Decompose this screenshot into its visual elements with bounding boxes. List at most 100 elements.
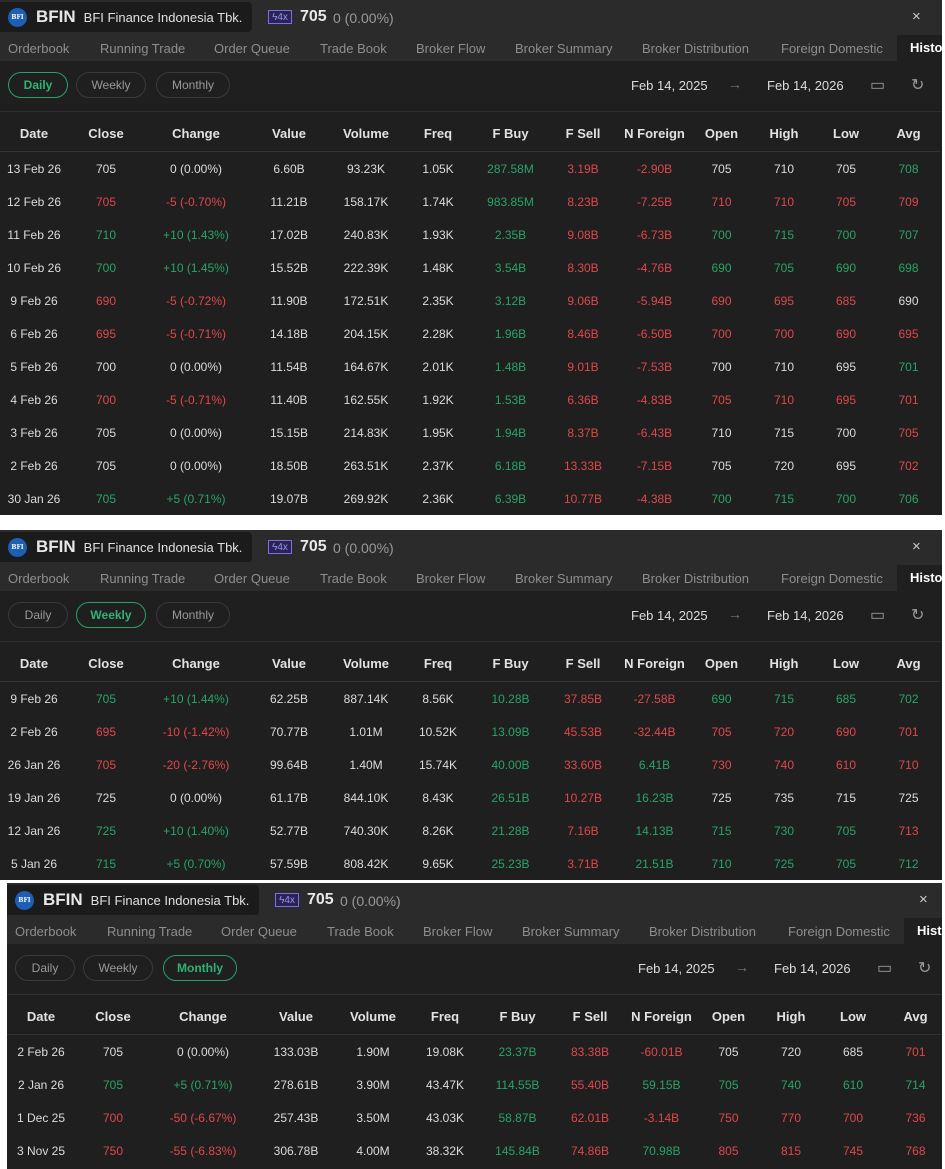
period-monthly-button[interactable]: Monthly xyxy=(156,602,230,628)
table-row[interactable]: 13 Feb 26 705 0 (0.00%) 6.60B 93.23K 1.05K 287… xyxy=(0,152,940,186)
table-row[interactable]: 2 Feb 26 705 0 (0.00%) 18.50B 263.51K 2.37K 6.… xyxy=(0,449,940,482)
refresh-icon[interactable]: ↻ xyxy=(911,605,924,625)
stock-title[interactable]: BFI BFIN BFI Finance Indonesia Tbk. xyxy=(7,885,259,915)
period-weekly-button[interactable]: Weekly xyxy=(83,955,153,981)
tab-broker-summary[interactable]: Broker Summary xyxy=(515,41,613,56)
column-header-f-sell[interactable]: F Sell xyxy=(554,999,626,1035)
tab-foreign-domestic[interactable]: Foreign Domestic xyxy=(788,924,890,939)
tab-orderbook[interactable]: Orderbook xyxy=(8,571,69,586)
column-header-close[interactable]: Close xyxy=(75,999,151,1035)
table-row[interactable]: 9 Feb 26 690 -5 (-0.72%) 11.90B 172.51K 2.35K… xyxy=(0,284,940,317)
column-header-open[interactable]: Open xyxy=(690,646,753,682)
tab-orderbook[interactable]: Orderbook xyxy=(8,41,69,56)
tab-trade-book[interactable]: Trade Book xyxy=(320,41,387,56)
tab-broker-summary[interactable]: Broker Summary xyxy=(522,924,620,939)
tab-histo[interactable]: Histo xyxy=(904,918,942,944)
column-header-close[interactable]: Close xyxy=(68,646,144,682)
column-header-open[interactable]: Open xyxy=(697,999,760,1035)
tab-foreign-domestic[interactable]: Foreign Domestic xyxy=(781,571,883,586)
table-row[interactable]: 2 Feb 26 695 -10 (-1.42%) 70.77B 1.01M 10.52K… xyxy=(0,715,940,748)
period-weekly-button[interactable]: Weekly xyxy=(76,602,146,628)
stock-title[interactable]: BFI BFIN BFI Finance Indonesia Tbk. xyxy=(0,532,252,562)
refresh-icon[interactable]: ↻ xyxy=(918,958,931,978)
date-from-field[interactable]: Feb 14, 2025 xyxy=(638,961,715,976)
period-daily-button[interactable]: Daily xyxy=(8,72,68,98)
close-icon[interactable]: × xyxy=(912,538,921,555)
date-to-field[interactable]: Feb 14, 2026 xyxy=(774,961,851,976)
calendar-icon[interactable]: ▭ xyxy=(870,75,885,95)
table-row[interactable]: 5 Jan 26 715 +5 (0.70%) 57.59B 808.42K 9.65K 2… xyxy=(0,847,940,880)
period-monthly-button[interactable]: Monthly xyxy=(156,72,230,98)
period-monthly-button[interactable]: Monthly xyxy=(163,955,237,981)
table-row[interactable]: 6 Feb 26 695 -5 (-0.71%) 14.18B 204.15K 2.28K… xyxy=(0,317,940,350)
tab-broker-flow[interactable]: Broker Flow xyxy=(416,571,485,586)
table-row[interactable]: 10 Feb 26 700 +10 (1.45%) 15.52B 222.39K 1.48… xyxy=(0,251,940,284)
tab-broker-distribution[interactable]: Broker Distribution xyxy=(642,41,749,56)
table-row[interactable]: 3 Feb 26 705 0 (0.00%) 15.15B 214.83K 1.95K 1.… xyxy=(0,416,940,449)
column-header-value[interactable]: Value xyxy=(255,999,337,1035)
tab-foreign-domestic[interactable]: Foreign Domestic xyxy=(781,41,883,56)
column-header-avg[interactable]: Avg xyxy=(877,646,940,682)
tab-broker-summary[interactable]: Broker Summary xyxy=(515,571,613,586)
date-to-field[interactable]: Feb 14, 2026 xyxy=(767,78,844,93)
table-row[interactable]: 5 Feb 26 700 0 (0.00%) 11.54B 164.67K 2.01K 1.… xyxy=(0,350,940,383)
table-row[interactable]: 1 Dec 25 700 -50 (-6.67%) 257.43B 3.50M 43.03… xyxy=(7,1101,942,1134)
column-header-volume[interactable]: Volume xyxy=(330,646,402,682)
column-header-low[interactable]: Low xyxy=(815,646,877,682)
table-row[interactable]: 12 Feb 26 705 -5 (-0.70%) 11.21B 158.17K 1.74… xyxy=(0,185,940,218)
column-header-f-buy[interactable]: F Buy xyxy=(474,116,547,152)
tab-running-trade[interactable]: Running Trade xyxy=(107,924,192,939)
table-row[interactable]: 4 Feb 26 700 -5 (-0.71%) 11.40B 162.55K 1.92K… xyxy=(0,383,940,416)
tab-running-trade[interactable]: Running Trade xyxy=(100,41,185,56)
column-header-volume[interactable]: Volume xyxy=(337,999,409,1035)
tab-trade-book[interactable]: Trade Book xyxy=(320,571,387,586)
tab-histo[interactable]: Histo xyxy=(897,565,942,591)
column-header-f-sell[interactable]: F Sell xyxy=(547,116,619,152)
column-header-f-sell[interactable]: F Sell xyxy=(547,646,619,682)
tab-orderbook[interactable]: Orderbook xyxy=(15,924,76,939)
tab-running-trade[interactable]: Running Trade xyxy=(100,571,185,586)
column-header-high[interactable]: High xyxy=(753,116,815,152)
column-header-date[interactable]: Date xyxy=(0,646,68,682)
table-row[interactable]: 9 Feb 26 705 +10 (1.44%) 62.25B 887.14K 8.56K… xyxy=(0,682,940,716)
table-row[interactable]: 12 Jan 26 725 +10 (1.40%) 52.77B 740.30K 8.26… xyxy=(0,814,940,847)
column-header-freq[interactable]: Freq xyxy=(402,116,474,152)
tab-broker-distribution[interactable]: Broker Distribution xyxy=(649,924,756,939)
table-row[interactable]: 3 Nov 25 750 -55 (-6.83%) 306.78B 4.00M 38.32… xyxy=(7,1134,942,1167)
column-header-value[interactable]: Value xyxy=(248,646,330,682)
date-from-field[interactable]: Feb 14, 2025 xyxy=(631,608,708,623)
table-row[interactable]: 26 Jan 26 705 -20 (-2.76%) 99.64B 1.40M 15.74… xyxy=(0,748,940,781)
tab-broker-flow[interactable]: Broker Flow xyxy=(416,41,485,56)
tab-order-queue[interactable]: Order Queue xyxy=(221,924,297,939)
calendar-icon[interactable]: ▭ xyxy=(870,605,885,625)
table-row[interactable]: 19 Jan 26 725 0 (0.00%) 61.17B 844.10K 8.43K 2… xyxy=(0,781,940,814)
stock-title[interactable]: BFI BFIN BFI Finance Indonesia Tbk. xyxy=(0,2,252,32)
column-header-change[interactable]: Change xyxy=(151,999,255,1035)
column-header-date[interactable]: Date xyxy=(0,116,68,152)
table-row[interactable]: 11 Feb 26 710 +10 (1.43%) 17.02B 240.83K 1.93… xyxy=(0,218,940,251)
tab-trade-book[interactable]: Trade Book xyxy=(327,924,394,939)
tab-broker-distribution[interactable]: Broker Distribution xyxy=(642,571,749,586)
column-header-change[interactable]: Change xyxy=(144,646,248,682)
column-header-f-buy[interactable]: F Buy xyxy=(474,646,547,682)
column-header-value[interactable]: Value xyxy=(248,116,330,152)
column-header-n-foreign[interactable]: N Foreign xyxy=(619,646,690,682)
column-header-open[interactable]: Open xyxy=(690,116,753,152)
column-header-date[interactable]: Date xyxy=(7,999,75,1035)
period-weekly-button[interactable]: Weekly xyxy=(76,72,146,98)
column-header-volume[interactable]: Volume xyxy=(330,116,402,152)
column-header-n-foreign[interactable]: N Foreign xyxy=(626,999,697,1035)
refresh-icon[interactable]: ↻ xyxy=(911,75,924,95)
date-to-field[interactable]: Feb 14, 2026 xyxy=(767,608,844,623)
tab-order-queue[interactable]: Order Queue xyxy=(214,571,290,586)
close-icon[interactable]: × xyxy=(912,8,921,25)
table-row[interactable]: 2 Jan 26 705 +5 (0.71%) 278.61B 3.90M 43.47K 1… xyxy=(7,1068,942,1101)
calendar-icon[interactable]: ▭ xyxy=(877,958,892,978)
column-header-avg[interactable]: Avg xyxy=(877,116,940,152)
column-header-change[interactable]: Change xyxy=(144,116,248,152)
column-header-f-buy[interactable]: F Buy xyxy=(481,999,554,1035)
column-header-close[interactable]: Close xyxy=(68,116,144,152)
column-header-freq[interactable]: Freq xyxy=(409,999,481,1035)
table-row[interactable]: 30 Jan 26 705 +5 (0.71%) 19.07B 269.92K 2.36K… xyxy=(0,482,940,515)
column-header-high[interactable]: High xyxy=(760,999,822,1035)
